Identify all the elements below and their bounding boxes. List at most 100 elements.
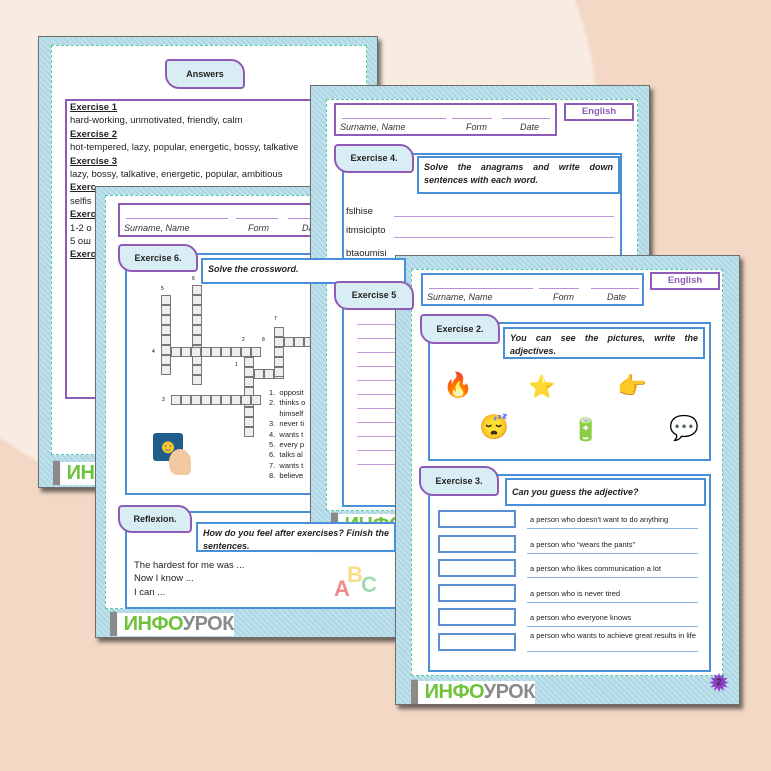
answer-text: lazy, bossy, talkative, energetic, popul… [70,169,283,180]
crossword-cell[interactable] [284,337,294,347]
crossword-cell[interactable] [161,365,171,375]
crossword-number: 6 [192,276,195,282]
subject-label: English [650,272,720,290]
crossword-cell[interactable] [274,347,284,357]
reflexion-sentence: I can ... [134,587,166,598]
page-number: 2 [716,677,722,687]
answer-text: hot-tempered, lazy, popular, energetic, … [70,142,299,154]
crossword-cell[interactable] [192,285,202,295]
definition-text: a person who likes communication a lot [530,564,661,574]
crossword-number: 5 [161,286,164,292]
crossword-cell[interactable] [191,347,201,357]
answer-input-box[interactable] [438,608,516,627]
crossword-cell[interactable] [274,327,284,337]
crossword-number: 4 [152,349,155,355]
reflexion-instruction: How do you feel after exercises? Finish … [196,522,396,552]
definition-underline [527,626,698,628]
reflexion-tab: Reflexion. [118,505,192,533]
answer-text: selfis [70,195,92,207]
crossword-cell[interactable] [192,335,202,345]
definition-text: a person who everyone knows [530,613,632,623]
crossword-cell[interactable] [161,355,171,365]
answer-text: 1-2 o [70,222,92,234]
crossword-cell[interactable] [221,347,231,357]
crossword-cell[interactable] [192,375,202,385]
abc-letters-icon: A B C [334,562,377,601]
crossword-cell[interactable] [192,315,202,325]
crossword-cell[interactable] [251,395,261,405]
crossword-cell[interactable] [274,367,284,377]
crossword-cell[interactable] [221,395,231,405]
crossword-cell[interactable] [294,337,304,347]
definition-text: a person who “wears the pants” [530,539,636,549]
answers-tab: Answers [165,59,245,89]
crossword-cell[interactable] [264,369,274,379]
definition-underline [527,528,698,529]
answer-line[interactable] [394,237,614,238]
answer-heading: Exercise 3 [70,155,118,167]
crossword-cell[interactable] [251,347,261,357]
crossword-cell[interactable] [161,325,171,335]
answer-input-box[interactable] [438,510,516,528]
answer-input-box[interactable] [438,534,516,553]
crossword-cell[interactable] [201,347,211,357]
name-header: Surname, NameFormDate [334,103,557,136]
crossword-cell[interactable] [244,357,254,367]
crossword-cell[interactable] [191,395,201,405]
crossword-cell[interactable] [244,417,254,427]
crossword-cell[interactable] [244,377,254,387]
answer-input-box[interactable] [438,633,516,651]
crossword-clue: 4. wants t [269,429,304,439]
crossword-clue: himself [269,408,304,418]
crossword-cell[interactable] [211,395,221,405]
answer-input-box[interactable] [438,559,516,578]
crossword-cell[interactable] [192,365,202,375]
crossword-cell[interactable] [211,347,221,357]
answer-input-box[interactable] [438,583,516,602]
crossword-cell[interactable] [161,315,171,325]
crossword-cell[interactable] [244,407,254,417]
exercise-6-tab: Exercise 6. [118,244,198,272]
energetic-person-icon: 🔋 [572,417,600,442]
definition-text: a person who doesn't want to do anything [530,515,669,524]
crossword-cell[interactable] [241,395,251,405]
crossword-cell[interactable] [274,337,284,347]
crossword-cell[interactable] [192,295,202,305]
reflexion-sentence: Now I know ... [134,573,194,584]
definition-text: a person who wants to achieve great resu… [530,631,696,640]
answer-line[interactable] [394,216,614,217]
crossword-cell[interactable] [201,395,211,405]
crossword-cell[interactable] [231,347,241,357]
crossword-cell[interactable] [181,395,191,405]
crossword-cell[interactable] [244,427,254,437]
crossword-cell[interactable] [192,325,202,335]
answer-heading: Exercise 1 [70,102,118,113]
crossword-cell[interactable] [161,295,171,305]
exercise-3-instruction: Can you guess the adjective? [505,478,706,506]
crossword-cell[interactable] [161,305,171,315]
crossword-cell[interactable] [171,347,181,357]
answer-text: hard-working, unmotivated, friendly, cal… [70,115,243,127]
answer-heading: Exerc [70,182,96,194]
answer-heading: Exerc [70,249,96,261]
crossword-cell[interactable] [274,357,284,367]
crossword-cell[interactable] [171,395,181,405]
name-header: Surname, NameFormDate [421,273,644,306]
definition-underline [527,552,698,554]
crossword-cell[interactable] [254,369,264,379]
crossword-cell[interactable] [161,345,171,355]
crossword-clue: 7. wants t [269,460,304,470]
crossword-cell[interactable] [241,347,251,357]
subject-label: English [564,103,634,121]
crossword-cell[interactable] [244,367,254,377]
definition-underline [527,651,698,652]
crossword-cell[interactable] [192,305,202,315]
crossword-number: 7 [274,316,277,322]
crossword-cell[interactable] [231,395,241,405]
exercise-2-tab: Exercise 2. [420,314,500,344]
crossword-cell[interactable] [161,335,171,345]
crossword-cell[interactable] [181,347,191,357]
crossword-clue: 5. every p [269,440,305,449]
crossword-number: 3 [162,397,165,403]
answer-heading: Exerc [70,209,96,221]
